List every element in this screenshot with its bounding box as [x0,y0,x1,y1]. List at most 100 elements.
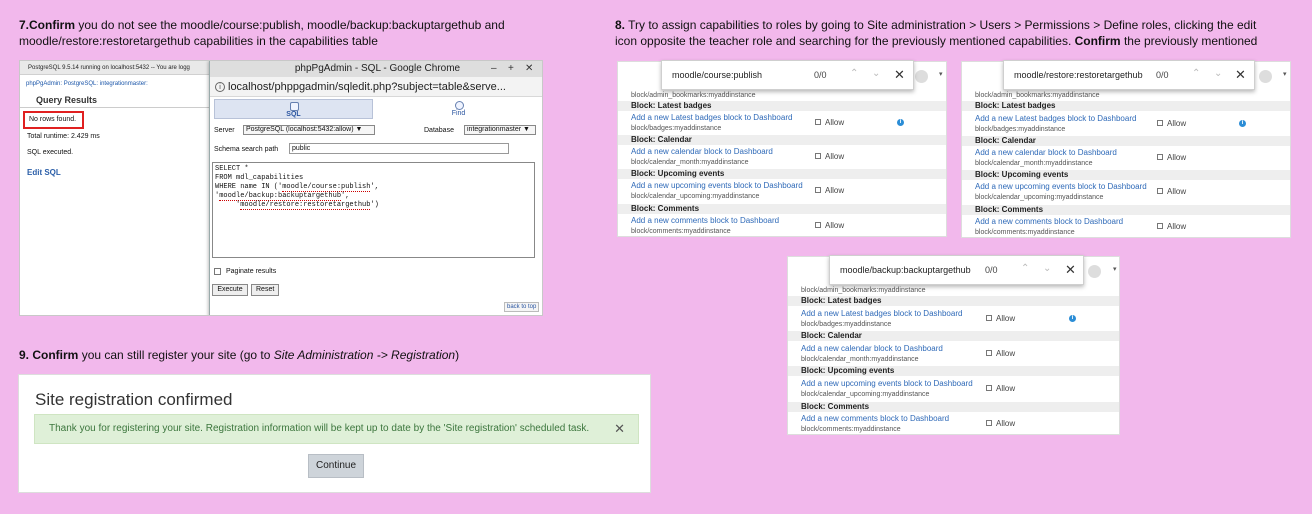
capability-link[interactable]: Add a new upcoming events block to Dashb… [788,379,1119,389]
server-select[interactable]: PostgreSQL (localhost:5432:allow) ▼ [243,125,375,135]
reset-button[interactable]: Reset [251,284,279,296]
next-match-icon[interactable]: ⌄ [1214,68,1222,79]
close-icon[interactable]: ✕ [614,415,625,443]
next-match-icon[interactable]: ⌄ [872,68,880,79]
match-count: 0/0 [814,70,827,80]
block-heading: Block: Calendar [788,331,1119,341]
find-input[interactable]: moodle/course:publish [672,70,762,80]
allow-checkbox[interactable]: Allow [1157,119,1186,129]
allow-checkbox[interactable]: Allow [986,314,1015,324]
magnifier-icon [454,101,464,110]
alert-message: Thank you for registering your site. Reg… [49,423,590,434]
step-7-text: 7.Confirm you do not see the moodle/cour… [19,18,505,48]
info-icon[interactable]: i [1069,315,1076,322]
allow-checkbox[interactable]: Allow [1157,153,1186,163]
user-avatar[interactable] [915,70,928,83]
breadcrumb: phpPgAdmin: PostgreSQL: integrationmaste… [20,77,210,91]
capability-path: block/badges:myaddinstance [801,321,892,328]
paginate-results-checkbox[interactable] [214,268,221,275]
capability-link[interactable]: Add a new comments block to Dashboard [788,414,1119,424]
close-icon[interactable]: ✕ [1235,67,1246,83]
capability-path: block/calendar_upcoming:myaddinstance [975,194,1104,201]
capability-link[interactable]: Add a new calendar block to Dashboard [618,147,946,157]
allow-checkbox[interactable]: Allow [1157,187,1186,197]
block-heading: Block: Calendar [962,136,1290,146]
info-icon[interactable]: i [1239,120,1246,127]
sql-editor[interactable]: SELECT * FROM mdl_capabilities WHERE nam… [212,162,535,258]
breadcrumb-database[interactable]: integrationmaster: [100,81,148,87]
address-bar[interactable]: localhost/phppgadmin/sqledit.php?subject… [210,77,542,97]
schema-search-path-input[interactable]: public [289,143,509,154]
capability-path: block/admin_bookmarks:myaddinstance [631,92,756,99]
next-match-icon[interactable]: ⌄ [1043,263,1051,274]
block-heading: Block: Calendar [618,135,946,145]
database-label: Database [424,127,454,134]
info-icon[interactable]: i [897,119,904,126]
user-avatar[interactable] [1259,70,1272,83]
block-heading: Block: Upcoming events [788,366,1119,376]
capability-path: block/calendar_upcoming:myaddinstance [801,391,930,398]
find-in-page-bar: moodle/backup:backuptargethub 0/0 ⌃ ⌄ ✕ [829,255,1084,285]
block-heading: Block: Comments [618,204,946,214]
tab-find[interactable]: Find [376,99,541,119]
capability-link[interactable]: Add a new calendar block to Dashboard [788,344,1119,354]
continue-button[interactable]: Continue [308,454,364,478]
allow-checkbox[interactable]: Allow [1157,222,1186,232]
find-input[interactable]: moodle/restore:restoretargethub [1014,70,1143,80]
capability-link[interactable]: Add a new upcoming events block to Dashb… [962,182,1290,192]
capability-link[interactable]: Add a new upcoming events block to Dashb… [618,181,946,191]
schema-search-path-label: Schema search path [214,146,279,153]
maximize-button[interactable]: + [508,61,514,77]
find-in-page-bar: moodle/course:publish 0/0 ⌃ ⌄ ✕ [661,60,914,90]
match-count: 0/0 [985,265,998,275]
previous-match-icon[interactable]: ⌃ [850,68,858,79]
capability-path: block/calendar_month:myaddinstance [975,160,1093,167]
page-title: Site registration confirmed [35,390,233,409]
allow-checkbox[interactable]: Allow [815,152,844,162]
capability-path: block/calendar_month:myaddinstance [801,356,919,363]
query-results-heading: Query Results [36,95,98,105]
no-rows-found-message: No rows found. [23,111,84,129]
block-heading: Block: Comments [962,205,1290,215]
allow-checkbox[interactable]: Allow [986,384,1015,394]
capability-path: block/comments:myaddinstance [631,228,731,235]
capability-link[interactable]: Add a new comments block to Dashboard [618,216,946,226]
allow-checkbox[interactable]: Allow [815,186,844,196]
find-input[interactable]: moodle/backup:backuptargethub [840,265,971,275]
capability-link[interactable]: Add a new comments block to Dashboard [962,217,1290,227]
capability-path: block/calendar_upcoming:myaddinstance [631,193,760,200]
user-avatar[interactable] [1088,265,1101,278]
previous-match-icon[interactable]: ⌃ [1021,263,1029,274]
chevron-down-icon[interactable]: ▾ [1283,70,1287,78]
block-heading: Block: Upcoming events [962,170,1290,180]
chrome-sql-window: phpPgAdmin - SQL - Google Chrome – + ✕ l… [209,61,542,315]
breadcrumb-phppgadmin[interactable]: phpPgAdmin: [26,81,62,87]
capability-path: block/comments:myaddinstance [801,426,901,433]
find-in-page-bar: moodle/restore:restoretargethub 0/0 ⌃ ⌄ … [1003,60,1255,90]
site-info-icon[interactable]: i [215,82,225,92]
allow-checkbox[interactable]: Allow [815,118,844,128]
previous-match-icon[interactable]: ⌃ [1192,68,1200,79]
close-icon[interactable]: ✕ [1065,262,1076,278]
breadcrumb-postgresql[interactable]: PostgreSQL: [64,81,98,87]
execute-button[interactable]: Execute [212,284,248,296]
paginate-results-label: Paginate results [226,268,277,275]
close-icon[interactable]: ✕ [894,67,905,83]
database-select[interactable]: integrationmaster ▼ [464,125,536,135]
total-runtime: Total runtime: 2.429 ms [27,133,100,140]
chevron-down-icon[interactable]: ▾ [1113,265,1117,273]
back-to-top-link[interactable]: back to top [504,302,540,312]
block-heading: Block: Latest badges [962,101,1290,111]
block-heading: Block: Latest badges [788,296,1119,306]
allow-checkbox[interactable]: Allow [986,419,1015,429]
minimize-button[interactable]: – [491,61,497,77]
edit-sql-link[interactable]: Edit SQL [27,168,61,177]
capability-path: block/admin_bookmarks:myaddinstance [975,92,1100,99]
allow-checkbox[interactable]: Allow [986,349,1015,359]
close-window-button[interactable]: ✕ [525,61,533,77]
block-heading: Block: Comments [788,402,1119,412]
tab-sql[interactable]: SQL [214,99,373,119]
allow-checkbox[interactable]: Allow [815,221,844,231]
chevron-down-icon[interactable]: ▾ [939,70,943,78]
capability-link[interactable]: Add a new calendar block to Dashboard [962,148,1290,158]
